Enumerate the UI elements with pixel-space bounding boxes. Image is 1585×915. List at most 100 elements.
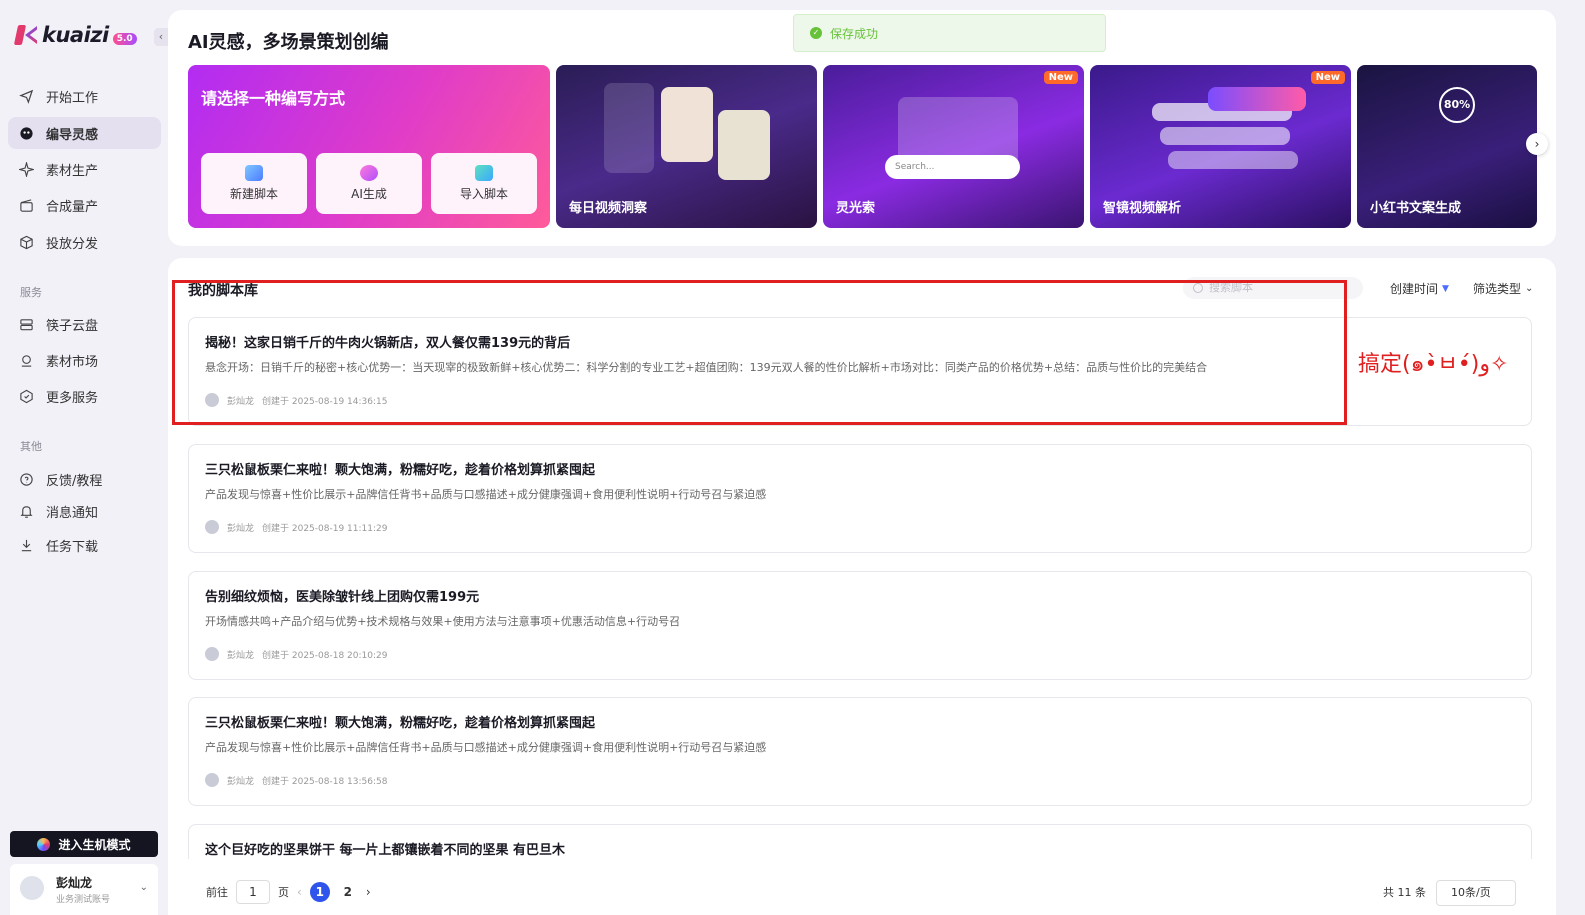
- option-label: 新建脚本: [229, 187, 278, 201]
- xiaohongshu-copy-card[interactable]: 80% 小红书文案生成: [1357, 65, 1537, 228]
- drive-icon: [18, 316, 34, 332]
- sidebar-item-label: 合成量产: [46, 199, 99, 215]
- scroll-right-button[interactable]: ›: [1526, 133, 1548, 155]
- import-script-button[interactable]: 导入脚本: [431, 153, 537, 214]
- script-meta: 彭灿龙 创建于 2025-08-19 11:11:29: [205, 520, 387, 534]
- toast-message: 保存成功: [830, 26, 879, 41]
- avatar: [20, 876, 44, 900]
- new-script-button[interactable]: 新建脚本: [201, 153, 307, 214]
- script-title: 三只松鼠板栗仁来啦！颗大饱满，粉糯好吃，趁着价格划算抓紧囤起: [205, 463, 596, 478]
- script-outline: 产品发现与惊喜+性价比展示+品牌信任背书+品质与口感描述+成分健康强调+食用便利…: [205, 488, 767, 501]
- sidebar-item-label: 筷子云盘: [46, 318, 99, 334]
- sidebar-item-label: 任务下载: [46, 539, 99, 555]
- script-card[interactable]: 这个巨好吃的坚果饼干 每一片上都镶嵌着不同的坚果 有巴旦木: [188, 824, 1532, 861]
- goto-page-input[interactable]: 1: [236, 880, 270, 904]
- sidebar-item-distribution[interactable]: 投放分发: [8, 226, 161, 258]
- enter-mode-button[interactable]: 进入生机模式: [10, 831, 158, 857]
- script-author: 彭灿龙: [227, 650, 255, 661]
- annotation-highlight-box: [172, 280, 1347, 425]
- logo-text: kuaizi: [42, 23, 109, 47]
- next-page-button[interactable]: ›: [366, 885, 371, 899]
- page-title: AI灵感，多场景策划创编: [188, 32, 389, 53]
- page-size-value: 10条/页: [1451, 886, 1491, 899]
- daily-video-insight-card[interactable]: 每日视频洞察: [556, 65, 817, 228]
- sidebar-item-task-download[interactable]: 任务下载: [8, 529, 161, 561]
- sidebar-item-material-production[interactable]: 素材生产: [8, 153, 161, 185]
- enter-mode-label: 进入生机模式: [58, 837, 131, 852]
- script-created: 创建于 2025-08-18 13:56:58: [262, 776, 388, 787]
- cube-icon: [18, 234, 34, 250]
- sidebar-item-mass-production[interactable]: 合成量产: [8, 189, 161, 221]
- page-size-select[interactable]: 10条/页: [1436, 880, 1516, 906]
- sidebar-item-label: 更多服务: [46, 390, 99, 406]
- filter-type-dropdown[interactable]: 筛选类型 ⌄: [1473, 280, 1533, 297]
- user-subtitle: 业务测试账号: [56, 895, 111, 905]
- author-avatar: [205, 520, 219, 534]
- script-card[interactable]: 三只松鼠板栗仁来啦！颗大饱满，粉糯好吃，趁着价格划算抓紧囤起 产品发现与惊喜+性…: [188, 444, 1532, 553]
- sidebar-item-inspiration[interactable]: 编导灵感: [8, 117, 161, 149]
- sidebar-item-label: 素材生产: [46, 163, 99, 179]
- option-label: 导入脚本: [459, 187, 508, 201]
- page-button-2[interactable]: 2: [338, 882, 358, 902]
- new-badge: New: [1043, 71, 1078, 84]
- pagination: 前往 1 页 ‹ 1 2 ›: [206, 880, 371, 904]
- sparkle-icon: [18, 161, 34, 177]
- sidebar-item-label: 反馈/教程: [46, 473, 103, 489]
- sort-desc-icon: ▼: [1442, 283, 1449, 294]
- script-outline: 开场情感共鸣+产品介绍与优势+技术规格与效果+使用方法与注意事项+优惠活动信息+…: [205, 615, 681, 628]
- filter-label: 筛选类型: [1473, 282, 1522, 296]
- mock-search-field: Search...: [885, 155, 1020, 179]
- lingguang-search-card[interactable]: Search... New 灵光索: [823, 65, 1084, 228]
- card-label: 每日视频洞察: [569, 201, 648, 216]
- card-label: 小红书文案生成: [1370, 201, 1462, 216]
- bell-icon: [18, 503, 34, 519]
- logo[interactable]: kuaizi 5.0: [16, 22, 137, 48]
- script-title: 三只松鼠板栗仁来啦！颗大饱满，粉糯好吃，趁着价格划算抓紧囤起: [205, 716, 596, 731]
- sidebar-item-more-services[interactable]: 更多服务: [8, 380, 161, 412]
- new-badge: New: [1310, 71, 1345, 84]
- sidebar-item-cloud-drive[interactable]: 筷子云盘: [8, 308, 161, 340]
- inspiration-icon: [18, 125, 34, 141]
- prev-page-button[interactable]: ‹: [297, 885, 302, 899]
- author-avatar: [205, 773, 219, 787]
- send-icon: [18, 88, 34, 104]
- sidebar-item-label: 消息通知: [46, 505, 99, 521]
- progress-circle: 80%: [1439, 87, 1475, 123]
- sidebar-item-feedback[interactable]: 反馈/教程: [8, 463, 161, 495]
- smart-video-analysis-card[interactable]: New 智镜视频解析: [1090, 65, 1351, 228]
- write-method-title: 请选择一种编写方式: [201, 89, 346, 108]
- section-label-other: 其他: [20, 440, 42, 453]
- sidebar-item-start-work[interactable]: 开始工作: [8, 80, 161, 112]
- script-outline: 产品发现与惊喜+性价比展示+品牌信任背书+品质与口感描述+成分健康强调+食用便利…: [205, 741, 767, 754]
- goto-suffix: 页: [278, 886, 289, 899]
- sort-by-created-button[interactable]: 创建时间 ▼: [1390, 280, 1449, 297]
- script-card[interactable]: 告别细纹烦恼，医美除皱针线上团购仅需199元 开场情感共鸣+产品介绍与优势+技术…: [188, 571, 1532, 680]
- ai-icon: [360, 165, 378, 181]
- section-label-services: 服务: [20, 286, 42, 299]
- page-button-1[interactable]: 1: [309, 882, 330, 902]
- import-icon: [475, 165, 493, 181]
- sidebar-item-notifications[interactable]: 消息通知: [8, 495, 161, 527]
- collapse-sidebar-button[interactable]: ‹: [154, 28, 168, 46]
- write-method-card: 请选择一种编写方式 新建脚本 AI生成 导入脚本: [188, 65, 550, 228]
- sidebar-item-material-market[interactable]: 素材市场: [8, 344, 161, 376]
- hexagon-icon: [18, 388, 34, 404]
- author-avatar: [205, 647, 219, 661]
- user-menu[interactable]: 彭灿龙 业务测试账号 ⌄: [10, 864, 158, 915]
- sort-label: 创建时间: [1390, 282, 1439, 296]
- document-icon: [245, 165, 263, 181]
- script-author: 彭灿龙: [227, 776, 255, 787]
- card-label: 灵光索: [836, 201, 876, 216]
- pagination-bar: [168, 859, 1556, 915]
- script-meta: 彭灿龙 创建于 2025-08-18 13:56:58: [205, 773, 387, 787]
- sidebar-item-label: 投放分发: [46, 236, 99, 252]
- script-author: 彭灿龙: [227, 523, 255, 534]
- script-meta: 彭灿龙 创建于 2025-08-18 20:10:29: [205, 647, 387, 661]
- sidebar-item-label: 开始工作: [46, 90, 99, 106]
- version-badge: 5.0: [112, 33, 137, 45]
- script-card[interactable]: 三只松鼠板栗仁来啦！颗大饱满，粉糯好吃，趁着价格划算抓紧囤起 产品发现与惊喜+性…: [188, 697, 1532, 806]
- script-title: 告别细纹烦恼，医美除皱针线上团购仅需199元: [205, 590, 480, 605]
- download-icon: [18, 537, 34, 553]
- goto-prefix: 前往: [206, 886, 228, 899]
- ai-generate-button[interactable]: AI生成: [316, 153, 422, 214]
